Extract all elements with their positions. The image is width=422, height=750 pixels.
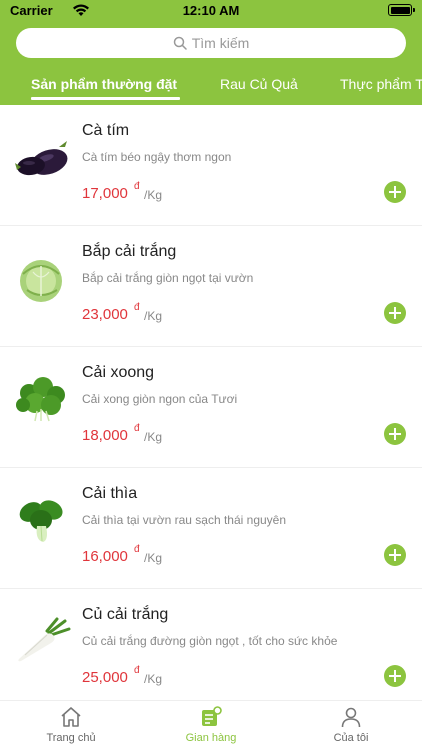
- list-item[interactable]: Cải xoong Cải xong giòn ngon của Tươi 18…: [0, 347, 422, 468]
- currency-symbol: đ: [134, 665, 140, 676]
- search-icon: [173, 36, 187, 50]
- tab-home-label: Trang chủ: [46, 732, 96, 744]
- list-item[interactable]: Cải thìa Cải thìa tại vườn rau sạch thái…: [0, 468, 422, 589]
- daikon-image: [18, 617, 71, 662]
- tab-store-label: Gian hàng: [185, 732, 237, 744]
- tab-food[interactable]: Thực phẩm T: [340, 76, 422, 92]
- category-tabs: Sản phẩm thường đặt Rau Củ Quả Thực phẩm…: [0, 72, 422, 102]
- bok-choy-image: [19, 500, 63, 542]
- currency-symbol: đ: [134, 544, 140, 555]
- product-unit: /Kg: [144, 188, 163, 202]
- add-to-cart-button[interactable]: [384, 665, 406, 687]
- store-icon: [202, 706, 222, 726]
- product-price: 17,000: [82, 185, 128, 202]
- product-description: Củ cải trắng đường giòn ngọt , tốt cho s…: [82, 634, 338, 648]
- product-list[interactable]: Cà tím Cà tím béo ngậy thơm ngon 17,000 …: [0, 105, 422, 700]
- product-description: Cải thìa tại vườn rau sạch thái nguyên: [82, 513, 287, 527]
- search-placeholder: Tìm kiếm: [191, 35, 250, 51]
- product-price: 16,000: [82, 548, 128, 565]
- status-bar: Carrier 12:10 AM: [0, 0, 422, 22]
- add-to-cart-button[interactable]: [384, 181, 406, 203]
- product-description: Bắp cải trắng giòn ngọt tại vườn: [82, 271, 254, 285]
- product-name: Cải xoong: [82, 364, 155, 381]
- product-name: Bắp cải trắng: [82, 243, 177, 260]
- tab-profile[interactable]: Của tôi: [306, 705, 396, 744]
- search-input[interactable]: Tìm kiếm: [16, 28, 406, 58]
- product-unit: /Kg: [144, 430, 163, 444]
- product-price: 25,000: [82, 669, 128, 686]
- product-name: Củ cải trắng: [82, 606, 169, 623]
- currency-symbol: đ: [134, 181, 140, 192]
- clock: 12:10 AM: [182, 3, 240, 18]
- product-price: 23,000: [82, 306, 128, 323]
- bottom-tab-bar: Trang chủ Gian hàng Của tôi: [0, 700, 422, 750]
- battery-icon: [388, 4, 415, 16]
- list-item[interactable]: Cà tím Cà tím béo ngậy thơm ngon 17,000 …: [0, 105, 422, 226]
- home-icon: [61, 707, 81, 727]
- tab-store[interactable]: Gian hàng: [166, 705, 256, 744]
- product-description: Cà tím béo ngậy thơm ngon: [82, 150, 232, 164]
- tab-home[interactable]: Trang chủ: [26, 705, 116, 744]
- tab-profile-label: Của tôi: [333, 732, 369, 744]
- tab-vegetables-fruits[interactable]: Rau Củ Quả: [220, 76, 298, 92]
- product-description: Cải xong giòn ngon của Tươi: [82, 392, 238, 406]
- active-tab-indicator: [31, 97, 180, 100]
- tab-frequent-products[interactable]: Sản phẩm thường đặt: [31, 76, 177, 92]
- cabbage-image: [20, 260, 62, 302]
- list-item[interactable]: Bắp cải trắng Bắp cải trắng giòn ngọt tạ…: [0, 226, 422, 347]
- product-price: 18,000: [82, 427, 128, 444]
- add-to-cart-button[interactable]: [384, 302, 406, 324]
- product-name: Cà tím: [82, 122, 130, 139]
- add-to-cart-button[interactable]: [384, 544, 406, 566]
- user-icon: [341, 707, 361, 728]
- list-item[interactable]: Củ cải trắng Củ cải trắng đường giòn ngọ…: [0, 589, 422, 700]
- product-unit: /Kg: [144, 309, 163, 323]
- currency-symbol: đ: [134, 423, 140, 434]
- currency-symbol: đ: [134, 302, 140, 313]
- add-to-cart-button[interactable]: [384, 423, 406, 445]
- product-unit: /Kg: [144, 551, 163, 565]
- header: Carrier 12:10 AM Tìm kiếm Sản phẩm thườn…: [0, 0, 422, 105]
- eggplant-image: [15, 141, 68, 176]
- watercress-image: [16, 377, 65, 422]
- product-name: Cải thìa: [82, 485, 138, 502]
- product-unit: /Kg: [144, 672, 163, 686]
